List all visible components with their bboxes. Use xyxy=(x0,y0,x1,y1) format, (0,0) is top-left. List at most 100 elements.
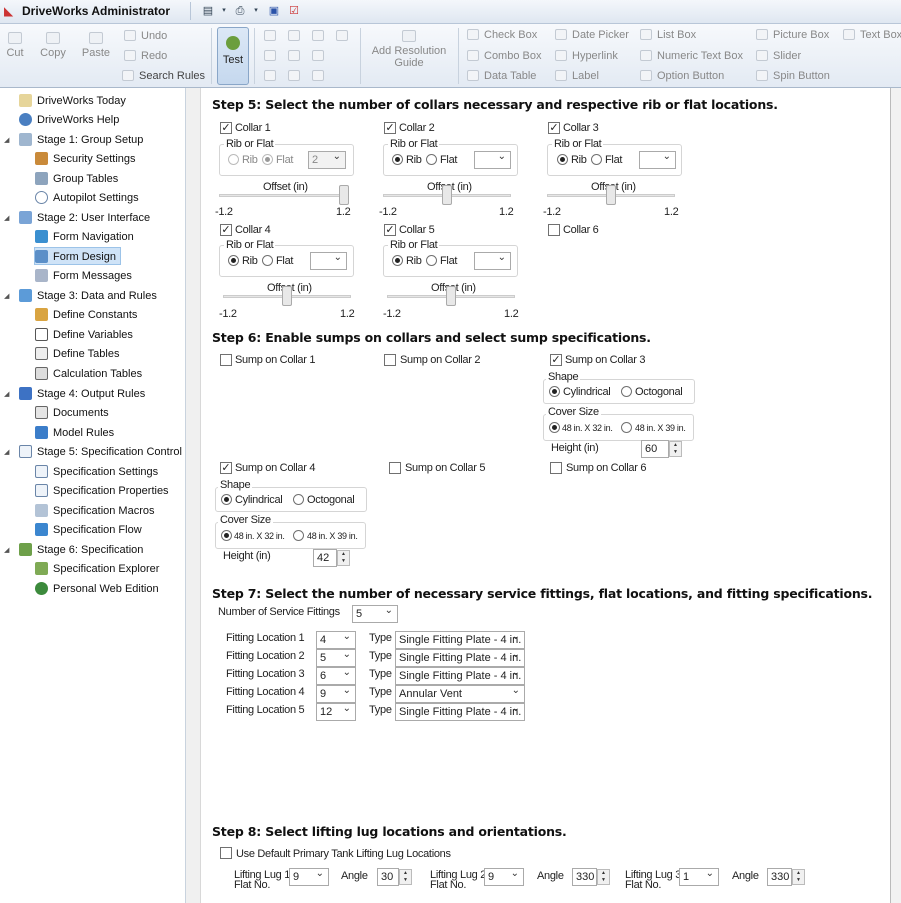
collar-1-checkbox[interactable] xyxy=(220,122,232,134)
sump-4-octogonal-radio[interactable] xyxy=(293,494,304,508)
collar-5-flat-dropdown[interactable] xyxy=(474,252,511,270)
fitting-4-type-dropdown[interactable]: Annular Vent xyxy=(395,685,525,703)
sidebar-item-form-navigation[interactable]: Form Navigation xyxy=(35,228,134,246)
redo-button[interactable]: Redo xyxy=(124,50,167,62)
dropdown-arrow-icon[interactable]: ▾ xyxy=(248,3,264,19)
collar-6-checkbox[interactable] xyxy=(548,224,560,239)
lug-3-angle-spinner[interactable]: ▲ ▼ xyxy=(792,869,805,885)
collar-5-slider-thumb[interactable] xyxy=(446,286,456,306)
sump-4-cylindrical-radio[interactable] xyxy=(221,494,232,508)
combo-box-tool[interactable]: Combo Box xyxy=(467,50,541,62)
collar-5-rib-radio[interactable] xyxy=(392,255,403,269)
lug-2-flat-dropdown[interactable]: 9 xyxy=(484,868,524,886)
sidebar-item-security-settings[interactable]: Security Settings xyxy=(35,150,136,168)
sidebar-item-group-tables[interactable]: Group Tables xyxy=(35,170,118,188)
collar-2-flat-radio[interactable] xyxy=(426,154,437,168)
sidebar-item-model-rules[interactable]: Model Rules xyxy=(35,424,114,442)
print-icon[interactable]: ⎙ xyxy=(232,3,248,19)
sump-3-cylindrical-radio[interactable] xyxy=(549,386,560,400)
lug-1-angle-input[interactable]: 30 xyxy=(377,868,399,886)
sidebar-item-calculation-tables[interactable]: Calculation Tables xyxy=(35,365,142,383)
sump-2-checkbox[interactable] xyxy=(384,354,396,369)
collar-2-rib-radio[interactable] xyxy=(392,154,403,168)
spacing-icon[interactable] xyxy=(288,70,305,82)
collar-3-flat-dropdown[interactable] xyxy=(639,151,676,169)
fitting-3-location-dropdown[interactable]: 6 xyxy=(316,667,356,685)
collapse-icon[interactable]: ◢ xyxy=(4,136,9,144)
text-box-tool[interactable]: Text Box xyxy=(843,29,901,41)
align-left-icon[interactable] xyxy=(264,30,281,42)
align-top-icon[interactable] xyxy=(288,30,305,42)
collapse-icon[interactable]: ◢ xyxy=(4,390,9,398)
sump-4-height-input[interactable]: 42 xyxy=(313,549,337,567)
fitting-1-location-dropdown[interactable]: 4 xyxy=(316,631,356,649)
sidebar-item-specification-explorer[interactable]: Specification Explorer xyxy=(35,560,159,578)
save-icon[interactable]: ▣ xyxy=(266,3,282,19)
sump-1-checkbox[interactable] xyxy=(220,354,232,369)
sidebar-item-specification-settings[interactable]: Specification Settings xyxy=(35,463,158,481)
collar-2-checkbox[interactable] xyxy=(384,122,396,134)
default-lug-locations-checkbox[interactable] xyxy=(220,847,232,862)
dropdown-arrow-icon[interactable]: ▾ xyxy=(216,3,232,19)
align-bottom-icon[interactable] xyxy=(264,70,281,82)
sidebar-item-stage3[interactable]: Stage 3: Data and Rules xyxy=(19,287,157,305)
sump-4-cover-a-radio[interactable] xyxy=(221,530,232,544)
cut-button[interactable]: Cut xyxy=(4,32,26,59)
collar-4-checkbox[interactable] xyxy=(220,224,232,236)
search-rules-button[interactable]: Search Rules xyxy=(122,70,205,82)
slider-tool[interactable]: Slider xyxy=(756,50,801,62)
picture-box-tool[interactable]: Picture Box xyxy=(756,29,829,41)
align-middle-icon[interactable] xyxy=(312,30,329,42)
numeric-text-box-tool[interactable]: Numeric Text Box xyxy=(640,50,743,62)
lug-2-angle-spinner[interactable]: ▲ ▼ xyxy=(597,869,610,885)
sump-3-cover-a-radio[interactable] xyxy=(549,422,560,436)
lug-1-angle-spinner[interactable]: ▲ ▼ xyxy=(399,869,412,885)
sump-3-cover-b-radio[interactable] xyxy=(621,422,632,436)
collar-4-rib-radio[interactable] xyxy=(228,255,239,269)
sump-4-cover-b-radio[interactable] xyxy=(293,530,304,544)
collapse-icon[interactable]: ◢ xyxy=(4,448,9,456)
sidebar-item-form-design[interactable]: Form Design xyxy=(34,247,121,265)
option-button-tool[interactable]: Option Button xyxy=(640,70,724,82)
test-button[interactable]: Test xyxy=(217,27,249,85)
fitting-2-location-dropdown[interactable]: 5 xyxy=(316,649,356,667)
lug-1-flat-dropdown[interactable]: 9 xyxy=(289,868,329,886)
date-picker-tool[interactable]: Date Picker xyxy=(555,29,629,41)
sidebar-item-define-tables[interactable]: Define Tables xyxy=(35,345,119,363)
collar-2-flat-dropdown[interactable] xyxy=(474,151,511,169)
list-box-tool[interactable]: List Box xyxy=(640,29,696,41)
sidebar-item-specification-flow[interactable]: Specification Flow xyxy=(35,521,142,539)
sidebar-item-stage4[interactable]: Stage 4: Output Rules xyxy=(19,385,145,403)
sidebar-item-driveworks-help[interactable]: DriveWorks Help xyxy=(19,111,119,129)
spin-button-tool[interactable]: Spin Button xyxy=(756,70,830,82)
align-right-icon[interactable] xyxy=(288,50,305,62)
data-table-tool[interactable]: Data Table xyxy=(467,70,536,82)
collar-2-slider-thumb[interactable] xyxy=(442,185,452,205)
distribute-icon[interactable] xyxy=(336,30,353,42)
lug-3-angle-input[interactable]: 330 xyxy=(767,868,792,886)
sump-3-height-input[interactable]: 60 xyxy=(641,440,669,458)
paste-button[interactable]: Paste xyxy=(80,32,112,59)
collar-1-rib-radio[interactable] xyxy=(228,154,239,168)
collapse-icon[interactable]: ◢ xyxy=(4,546,9,554)
collar-4-flat-dropdown[interactable] xyxy=(310,252,347,270)
collar-3-rib-radio[interactable] xyxy=(557,154,568,168)
collar-3-checkbox[interactable] xyxy=(548,122,560,134)
collapse-icon[interactable]: ◢ xyxy=(4,292,9,300)
collar-5-flat-radio[interactable] xyxy=(426,255,437,269)
sump-3-checkbox[interactable] xyxy=(550,354,562,366)
fitting-5-type-dropdown[interactable]: Single Fitting Plate - 4 in. xyxy=(395,703,525,721)
fitting-2-type-dropdown[interactable]: Single Fitting Plate - 4 in. xyxy=(395,649,525,667)
lug-2-angle-input[interactable]: 330 xyxy=(572,868,597,886)
fitting-4-location-dropdown[interactable]: 9 xyxy=(316,685,356,703)
collar-5-checkbox[interactable] xyxy=(384,224,396,236)
sidebar-item-documents[interactable]: Documents xyxy=(35,404,109,422)
collar-3-slider-thumb[interactable] xyxy=(606,185,616,205)
collar-3-flat-radio[interactable] xyxy=(591,154,602,168)
fitting-5-location-dropdown[interactable]: 12 xyxy=(316,703,356,721)
sidebar-item-define-variables[interactable]: Define Variables xyxy=(35,326,133,344)
sump-4-checkbox[interactable] xyxy=(220,462,232,474)
sidebar-item-personal-web-edition[interactable]: Personal Web Edition xyxy=(35,580,159,598)
order-icon[interactable] xyxy=(312,70,329,82)
sump-3-octogonal-radio[interactable] xyxy=(621,386,632,400)
